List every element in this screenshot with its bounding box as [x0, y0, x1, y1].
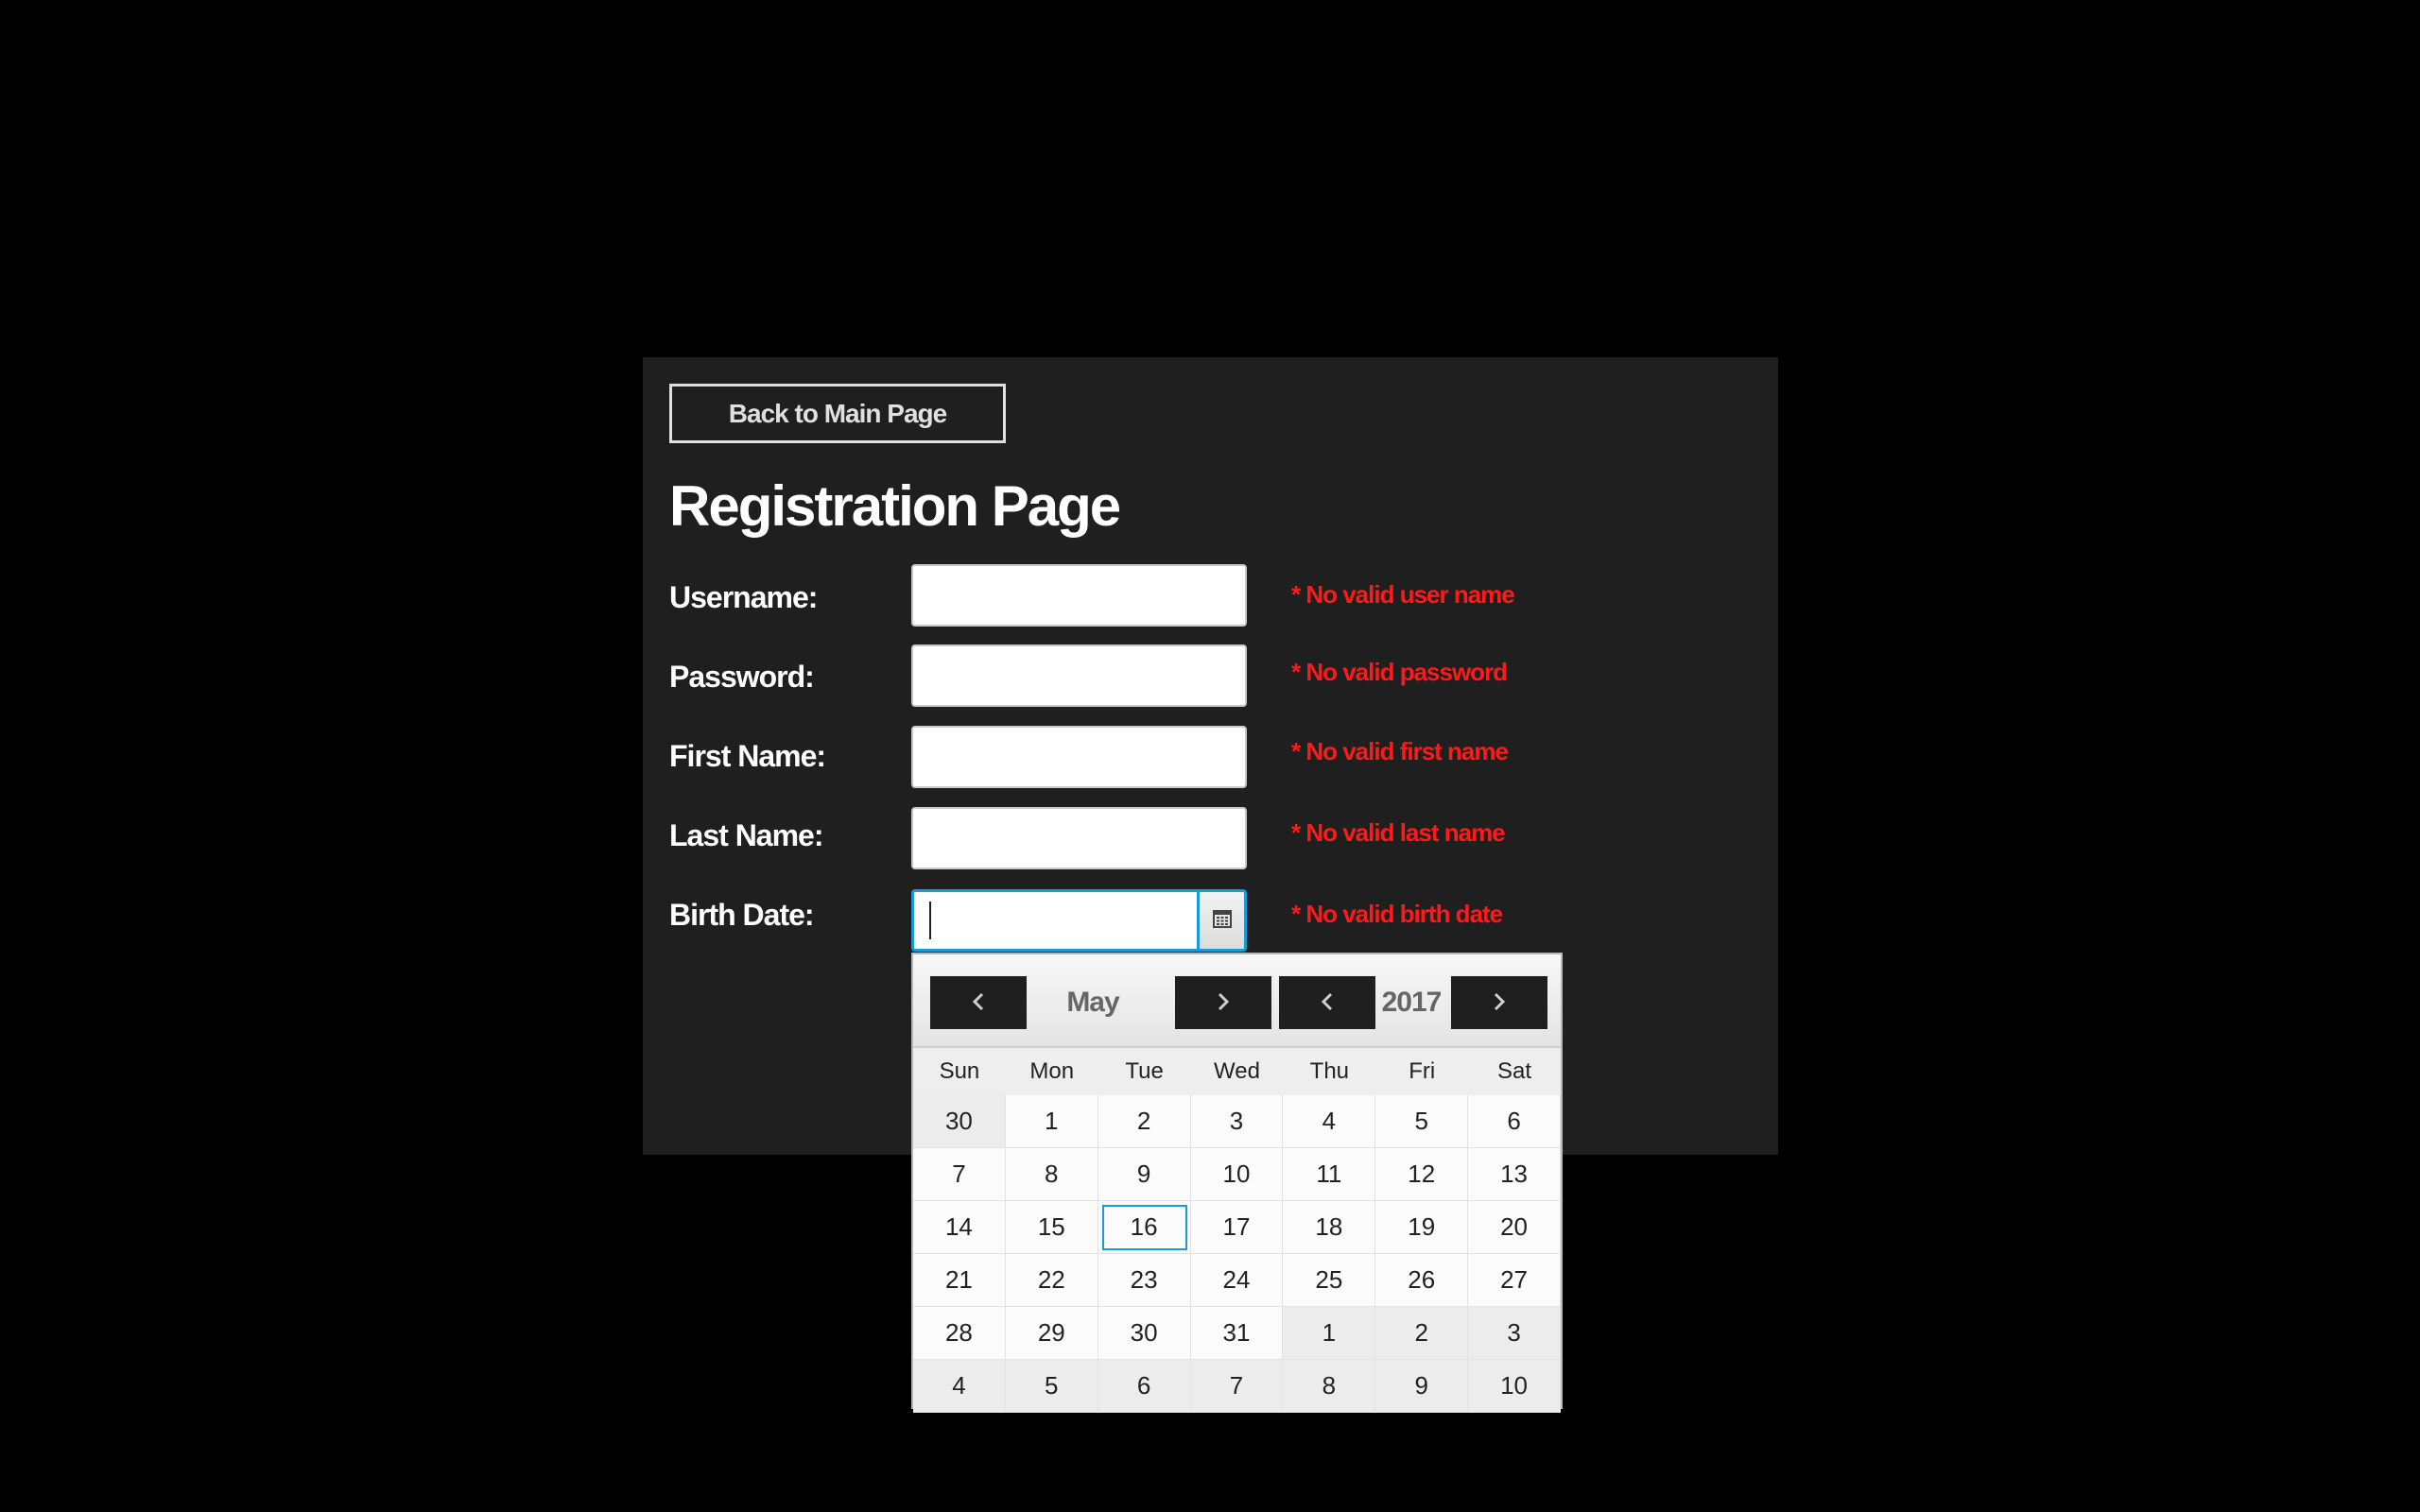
calendar-day[interactable]: 21: [913, 1254, 1006, 1307]
first-name-input[interactable]: [911, 726, 1247, 788]
calendar-day[interactable]: 9: [1375, 1360, 1469, 1413]
date-picker-popup: May 2017 Sun Mon Tue Wed Thu Fri Sat 30 …: [911, 953, 1563, 1413]
chevron-right-icon: [1216, 991, 1231, 1015]
calendar-day[interactable]: 29: [1005, 1307, 1098, 1360]
calendar-day[interactable]: 28: [913, 1307, 1006, 1360]
calendar-day[interactable]: 2: [1098, 1095, 1191, 1148]
calendar-icon: [1212, 909, 1232, 933]
calendar-day[interactable]: 24: [1190, 1254, 1284, 1307]
calendar-day[interactable]: 4: [913, 1360, 1006, 1413]
chevron-right-icon: [1492, 991, 1507, 1015]
calendar-day[interactable]: 3: [1468, 1307, 1561, 1360]
calendar-day[interactable]: 10: [1190, 1148, 1284, 1201]
calendar-days-grid: 30 1 2 3 4 5 6 7 8 9 10 11 12 13 14 15 1…: [913, 1095, 1561, 1413]
calendar-day[interactable]: 20: [1468, 1201, 1561, 1254]
calendar-header: May 2017: [913, 954, 1561, 1048]
calendar-day[interactable]: 26: [1375, 1254, 1469, 1307]
username-input[interactable]: [911, 564, 1247, 627]
calendar-day[interactable]: 19: [1375, 1201, 1469, 1254]
calendar-day[interactable]: 1: [1283, 1307, 1376, 1360]
calendar-day[interactable]: 9: [1098, 1148, 1191, 1201]
weekday-label: Fri: [1409, 1058, 1436, 1084]
calendar-day[interactable]: 30: [913, 1095, 1006, 1148]
date-picker-button[interactable]: [1197, 889, 1247, 952]
next-month-button[interactable]: [1175, 976, 1271, 1029]
weekday-label: Sat: [1497, 1058, 1532, 1084]
weekday-label: Tue: [1125, 1058, 1164, 1084]
birth-date-error: * No valid birth date: [1291, 900, 1503, 928]
calendar-day[interactable]: 13: [1468, 1148, 1561, 1201]
month-label: May: [1066, 987, 1119, 1018]
first-name-label: First Name:: [669, 739, 826, 773]
calendar-day[interactable]: 8: [1283, 1360, 1376, 1413]
calendar-day[interactable]: 14: [913, 1201, 1006, 1254]
password-input[interactable]: [911, 644, 1247, 707]
birth-date-input[interactable]: [911, 889, 1197, 952]
calendar-day[interactable]: 8: [1005, 1148, 1098, 1201]
text-caret: [929, 902, 931, 939]
weekday-label: Thu: [1309, 1058, 1350, 1084]
calendar-day[interactable]: 17: [1190, 1201, 1284, 1254]
calendar-day[interactable]: 2: [1375, 1307, 1469, 1360]
calendar-day[interactable]: 4: [1283, 1095, 1376, 1148]
back-to-main-button[interactable]: Back to Main Page: [669, 384, 1006, 443]
calendar-day[interactable]: 7: [913, 1148, 1006, 1201]
page-title: Registration Page: [669, 474, 1121, 538]
birth-date-label: Birth Date:: [669, 898, 815, 932]
password-error: * No valid password: [1291, 658, 1508, 686]
weekday-label: Sun: [939, 1058, 980, 1084]
calendar-day[interactable]: 18: [1283, 1201, 1376, 1254]
calendar-day-today[interactable]: 16: [1098, 1201, 1191, 1254]
prev-year-button[interactable]: [1279, 976, 1375, 1029]
username-label: Username:: [669, 580, 818, 614]
prev-month-button[interactable]: [930, 976, 1027, 1029]
calendar-day[interactable]: 5: [1375, 1095, 1469, 1148]
chevron-left-icon: [971, 991, 986, 1015]
calendar-day[interactable]: 25: [1283, 1254, 1376, 1307]
last-name-error: * No valid last name: [1291, 818, 1506, 847]
last-name-input[interactable]: [911, 807, 1247, 869]
calendar-day[interactable]: 6: [1468, 1095, 1561, 1148]
calendar-day[interactable]: 31: [1190, 1307, 1284, 1360]
password-label: Password:: [669, 660, 815, 694]
weekday-label: Wed: [1214, 1058, 1260, 1084]
calendar-day[interactable]: 1: [1005, 1095, 1098, 1148]
calendar-day[interactable]: 27: [1468, 1254, 1561, 1307]
year-label: 2017: [1381, 987, 1443, 1018]
next-year-button[interactable]: [1451, 976, 1547, 1029]
calendar-day[interactable]: 10: [1468, 1360, 1561, 1413]
last-name-label: Last Name:: [669, 818, 823, 852]
calendar-day[interactable]: 12: [1375, 1148, 1469, 1201]
calendar-day[interactable]: 23: [1098, 1254, 1191, 1307]
calendar-day[interactable]: 11: [1283, 1148, 1376, 1201]
calendar-day[interactable]: 7: [1190, 1360, 1284, 1413]
weekday-header-row: Sun Mon Tue Wed Thu Fri Sat: [913, 1048, 1561, 1095]
calendar-day[interactable]: 22: [1005, 1254, 1098, 1307]
username-error: * No valid user name: [1291, 580, 1515, 609]
first-name-error: * No valid first name: [1291, 737, 1509, 765]
calendar-day[interactable]: 5: [1005, 1360, 1098, 1413]
calendar-day[interactable]: 6: [1098, 1360, 1191, 1413]
weekday-label: Mon: [1029, 1058, 1075, 1084]
calendar-day[interactable]: 15: [1005, 1201, 1098, 1254]
calendar-day[interactable]: 30: [1098, 1307, 1191, 1360]
calendar-day[interactable]: 3: [1190, 1095, 1284, 1148]
chevron-left-icon: [1320, 991, 1335, 1015]
